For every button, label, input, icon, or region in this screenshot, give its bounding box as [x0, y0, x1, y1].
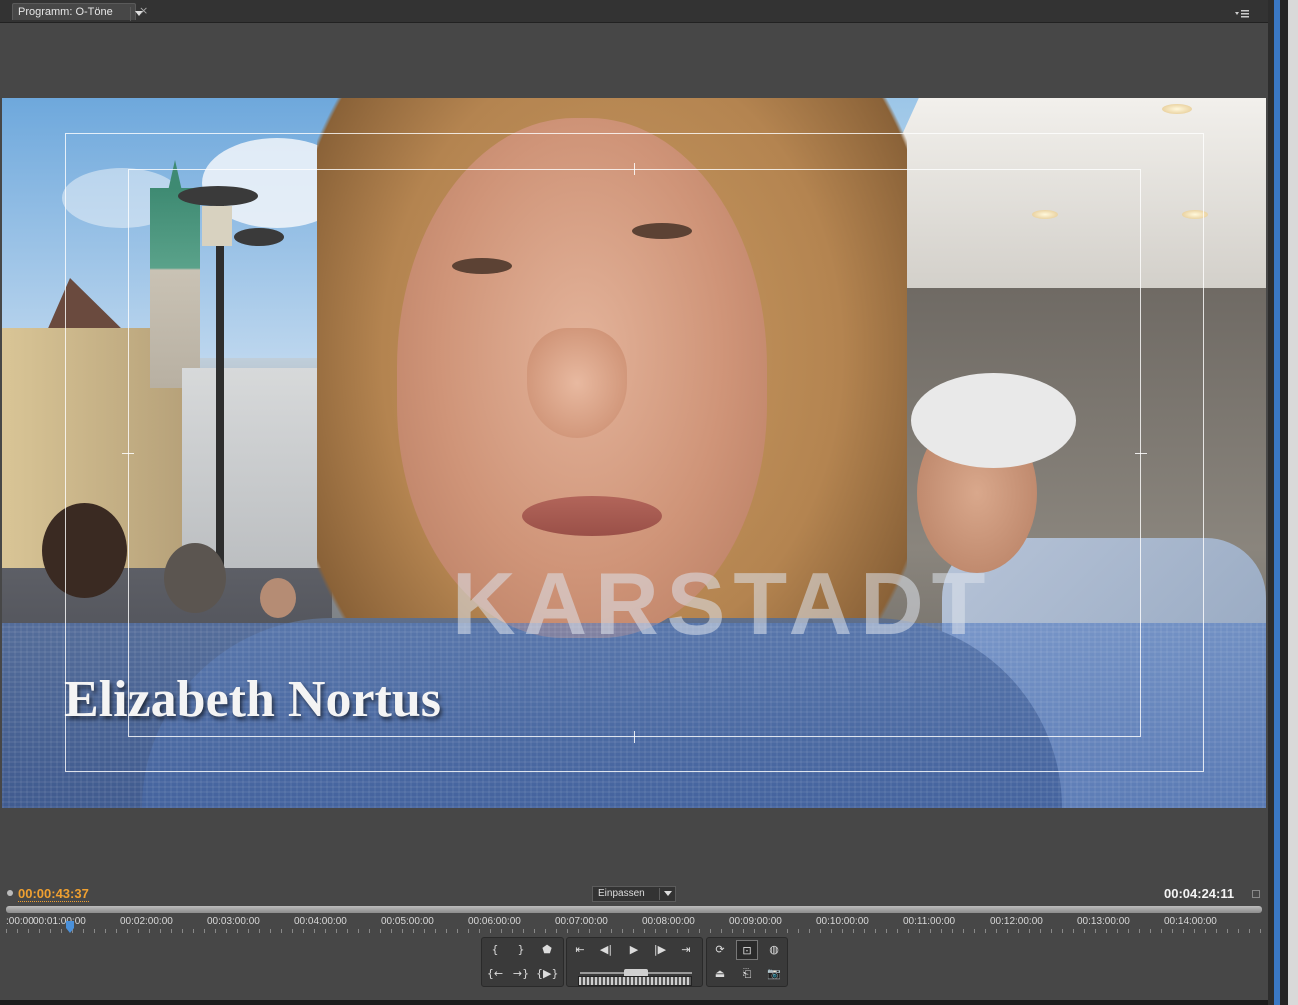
jog-slider[interactable] — [580, 962, 692, 977]
safe-margin-tick — [634, 163, 635, 175]
duration-timecode: 00:04:24:11 — [1164, 886, 1235, 901]
ruler-label: 00:04:00:00 — [294, 916, 347, 927]
safe-margin-tick — [1135, 453, 1147, 454]
lift-icon[interactable]: ⏏ — [709, 964, 731, 984]
panel-tab-bar: Programm: O-Töne × — [0, 0, 1268, 23]
add-marker-icon[interactable]: ⬟ — [536, 940, 558, 960]
current-timecode[interactable]: 00:00:43:37 — [18, 886, 89, 902]
ruler-label: 00:13:00:00 — [1077, 916, 1130, 927]
panel-menu-icon[interactable] — [1234, 5, 1250, 18]
safe-margin-tick — [122, 453, 134, 454]
go-to-out-icon[interactable]: →} — [510, 964, 532, 984]
mark-in-icon[interactable]: { — [484, 940, 506, 960]
window-bottom-edge — [0, 1000, 1268, 1005]
playhead-icon[interactable] — [66, 918, 75, 933]
tab-program-label: Programm: O-Töne — [18, 6, 113, 18]
chevron-down-icon — [659, 888, 676, 900]
tab-program[interactable]: Programm: O-Töne — [12, 3, 143, 21]
step-back-icon[interactable]: ◀| — [595, 940, 617, 960]
go-to-previous-edit-icon[interactable]: ⇤ — [569, 940, 591, 960]
expand-icon[interactable] — [1252, 890, 1260, 898]
ruler-label: 00:08:00:00 — [642, 916, 695, 927]
ruler-label: :00:00 — [6, 916, 34, 927]
ruler-label: 00:03:00:00 — [207, 916, 260, 927]
play-icon[interactable]: ▶ — [623, 940, 645, 960]
go-to-in-icon[interactable]: {← — [484, 964, 506, 984]
ruler-label: 00:09:00:00 — [729, 916, 782, 927]
zoom-level-select[interactable]: Einpassen — [592, 886, 676, 902]
tools-group: ⟳ ⊡ ◍ ⏏ ⎗ 📷 — [706, 937, 788, 987]
marker-icon[interactable] — [7, 890, 13, 896]
go-to-next-edit-icon[interactable]: ⇥ — [675, 940, 697, 960]
play-in-to-out-icon[interactable]: {▶} — [536, 964, 558, 984]
safe-margins-icon[interactable]: ⊡ — [736, 940, 758, 960]
mark-out-icon[interactable]: } — [510, 940, 532, 960]
extract-icon[interactable]: ⎗ — [736, 964, 758, 984]
ruler-label: 00:10:00:00 — [816, 916, 869, 927]
export-frame-icon[interactable]: 📷 — [763, 964, 785, 984]
output-icon[interactable]: ◍ — [763, 940, 785, 960]
step-forward-icon[interactable]: |▶ — [649, 940, 671, 960]
ruler-label: 00:06:00:00 — [468, 916, 521, 927]
ruler-label: 00:11:00:00 — [903, 916, 956, 927]
safe-margin-tick — [634, 731, 635, 743]
shuttle-control[interactable] — [578, 976, 692, 986]
loop-icon[interactable]: ⟳ — [709, 940, 731, 960]
ruler-label: 00:12:00:00 — [990, 916, 1043, 927]
zoom-level-value: Einpassen — [598, 888, 645, 899]
adjacent-panel-edge — [1268, 0, 1298, 1005]
program-monitor-panel: Programm: O-Töne × KARSTADT Elizabeth No… — [0, 0, 1269, 1000]
close-icon[interactable]: × — [139, 4, 148, 17]
video-ceiling-light — [1162, 104, 1192, 114]
marker-inout-group: { } ⬟ {← →} {▶} — [481, 937, 564, 987]
ruler-ticks — [6, 929, 1262, 933]
program-video-frame[interactable]: KARSTADT Elizabeth Nortus — [2, 98, 1266, 808]
zoom-scroll-bar[interactable] — [6, 906, 1262, 913]
ruler-label: 00:02:00:00 — [120, 916, 173, 927]
safe-title-margin — [128, 169, 1141, 737]
ruler-label: 00:01:00:00 — [33, 916, 86, 927]
ruler-label: 00:05:00:00 — [381, 916, 434, 927]
ruler-label: 00:07:00:00 — [555, 916, 608, 927]
ruler-label: 00:14:00:00 — [1164, 916, 1217, 927]
time-ruler[interactable]: :00:00 00:01:00:00 00:02:00:00 00:03:00:00 0… — [6, 914, 1262, 934]
